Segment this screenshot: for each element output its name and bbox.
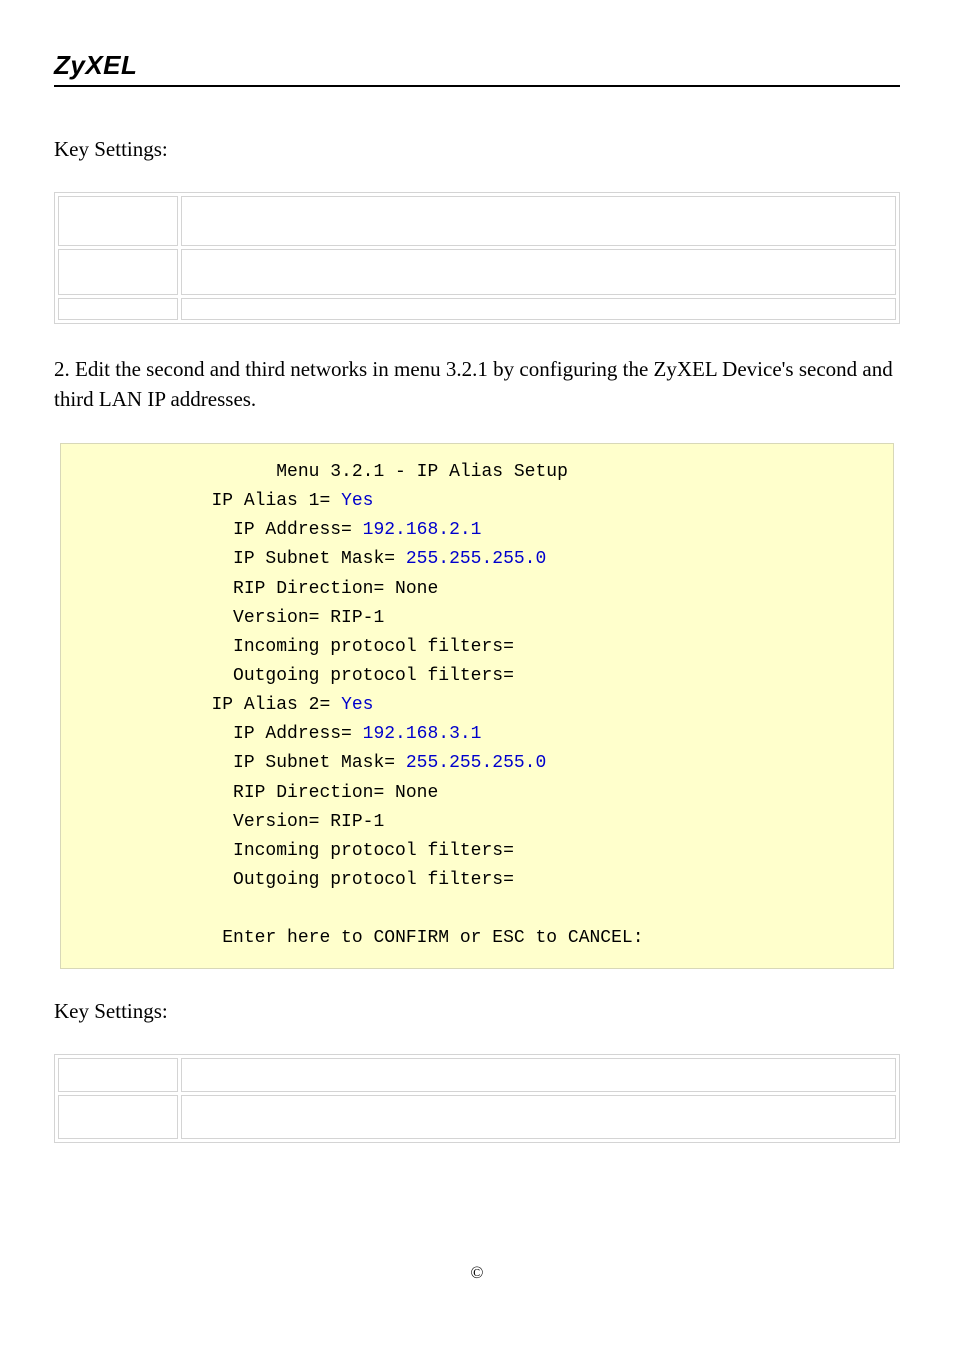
alias1-ip-label: IP Address= [233, 520, 363, 540]
alias2-out-filters: Outgoing protocol filters= [233, 870, 514, 890]
alias2-value: Yes [341, 695, 373, 715]
instruction-paragraph: 2. Edit the second and third networks in… [54, 354, 900, 415]
settings-table-1 [54, 192, 900, 324]
alias1-mask-value: 255.255.255.0 [406, 549, 546, 569]
table-cell [181, 298, 896, 320]
table-cell [181, 1058, 896, 1092]
alias1-rip-dir: RIP Direction= None [233, 579, 438, 599]
alias2-version: Version= RIP-1 [233, 812, 384, 832]
table-row [58, 1058, 896, 1092]
table-cell [181, 249, 896, 295]
alias1-out-filters: Outgoing protocol filters= [233, 666, 514, 686]
alias2-label: IP Alias 2= [211, 695, 341, 715]
alias1-ip-value: 192.168.2.1 [363, 520, 482, 540]
table-cell [58, 249, 178, 295]
table-cell [58, 298, 178, 320]
table-cell [181, 1095, 896, 1139]
alias2-ip-value: 192.168.3.1 [363, 724, 482, 744]
table-cell [181, 196, 896, 246]
alias1-mask-label: IP Subnet Mask= [233, 549, 406, 569]
settings-table-2 [54, 1054, 900, 1143]
terminal-block: Menu 3.2.1 - IP Alias Setup IP Alias 1= … [60, 443, 894, 969]
page: ZyXEL Key Settings: 2. Edit the second a… [0, 0, 954, 1323]
page-header: ZyXEL [54, 50, 900, 87]
alias2-mask-label: IP Subnet Mask= [233, 753, 406, 773]
alias2-rip-dir: RIP Direction= None [233, 783, 438, 803]
alias1-value: Yes [341, 491, 373, 511]
alias2-mask-value: 255.255.255.0 [406, 753, 546, 773]
alias1-version: Version= RIP-1 [233, 608, 384, 628]
table-cell [58, 1095, 178, 1139]
table-row [58, 196, 896, 246]
table-cell [58, 1058, 178, 1092]
alias1-in-filters: Incoming protocol filters= [233, 637, 514, 657]
page-footer: © [54, 1263, 900, 1283]
alias1-label: IP Alias 1= [211, 491, 341, 511]
table-row [58, 249, 896, 295]
brand-logo: ZyXEL [54, 50, 900, 81]
terminal-footer: Enter here to CONFIRM or ESC to CANCEL: [222, 928, 643, 948]
table-cell [58, 196, 178, 246]
table-row [58, 1095, 896, 1139]
table-row [58, 298, 896, 320]
key-settings-heading-1: Key Settings: [54, 137, 900, 162]
copyright-symbol: © [471, 1263, 484, 1282]
alias2-in-filters: Incoming protocol filters= [233, 841, 514, 861]
alias2-ip-label: IP Address= [233, 724, 363, 744]
key-settings-heading-2: Key Settings: [54, 999, 900, 1024]
terminal-title: Menu 3.2.1 - IP Alias Setup [276, 462, 568, 482]
